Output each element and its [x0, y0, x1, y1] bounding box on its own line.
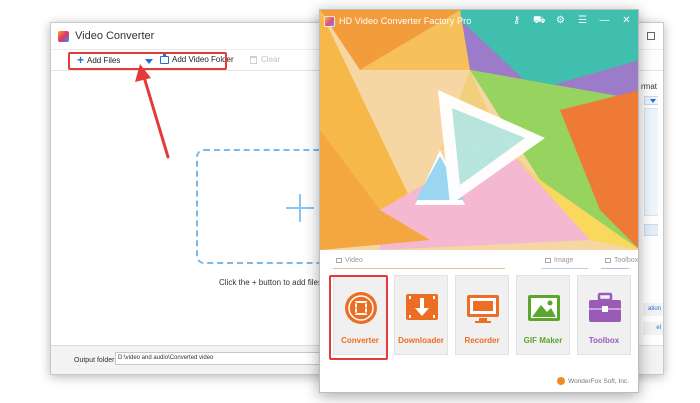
recorder-label: Recorder: [464, 336, 500, 345]
app-logo-icon: [58, 30, 69, 42]
hd-video-converter-window: HD Video Converter Factory Pro ⚷ ⛟ ⚙ ☰ —…: [319, 9, 639, 393]
category-image-label: Image: [554, 257, 574, 264]
category-divider: [541, 268, 588, 269]
category-divider: [333, 268, 505, 269]
window-title: Video Converter: [75, 30, 155, 42]
download-icon: [406, 294, 438, 320]
add-plus-icon[interactable]: [286, 194, 314, 222]
toolbox-label: Toolbox: [588, 336, 620, 345]
window-controls: ⚷ ⛟ ⚙ ☰ — ✕: [511, 15, 632, 27]
footer: WonderFox Soft, Inc.: [557, 377, 629, 385]
gif-maker-tile[interactable]: GIF Maker: [516, 275, 570, 355]
output-format-label: rmat: [641, 82, 657, 91]
video-category-icon: [336, 258, 342, 263]
format-panel: [644, 108, 658, 216]
trash-icon: [250, 55, 257, 64]
menu-icon[interactable]: ☰: [577, 15, 588, 27]
side-tag-1[interactable]: ation: [643, 303, 663, 316]
close-icon[interactable]: ✕: [621, 15, 632, 27]
output-folder-field[interactable]: D:\video and audio\Converted video: [115, 352, 321, 365]
downloader-label: Downloader: [398, 336, 444, 345]
cart-icon[interactable]: ⛟: [533, 15, 546, 27]
toolbar-highlight-box: [68, 52, 227, 70]
category-row: Video Image Toolbox: [320, 257, 638, 271]
gif-maker-label: GIF Maker: [523, 336, 563, 345]
image-category-icon: [545, 258, 551, 263]
footer-text: WonderFox Soft, Inc.: [568, 377, 629, 385]
downloader-tile[interactable]: Downloader: [394, 275, 448, 355]
category-video-label: Video: [345, 257, 363, 264]
toolbox-tile[interactable]: Toolbox: [577, 275, 631, 355]
category-toolbox-label: Toolbox: [614, 257, 639, 264]
clear-label: Clear: [261, 55, 281, 64]
clear-button[interactable]: Clear: [250, 55, 280, 64]
output-folder-label: Output folder:: [74, 357, 117, 364]
side-tag-2[interactable]: el: [643, 322, 663, 335]
app-logo-icon: [324, 15, 335, 27]
image-icon: [528, 295, 560, 321]
restore-icon[interactable]: [647, 32, 655, 40]
key-icon[interactable]: ⚷: [511, 15, 522, 27]
minimize-icon[interactable]: —: [599, 15, 610, 27]
screen-record-icon: [467, 295, 499, 323]
category-divider: [601, 268, 629, 269]
gear-icon[interactable]: ⚙: [555, 15, 566, 27]
recorder-tile[interactable]: Recorder: [455, 275, 509, 355]
toolbox-category-icon: [605, 258, 611, 263]
category-video: Video: [336, 257, 363, 264]
hero-banner: [320, 10, 638, 250]
toolbox-icon: [589, 292, 621, 322]
settings-button[interactable]: [644, 224, 658, 236]
format-select[interactable]: [644, 96, 658, 105]
hd-window-title: HD Video Converter Factory Pro: [339, 16, 472, 26]
drop-hint-text: Click the + button to add files/folders: [219, 278, 320, 287]
category-image: Image: [545, 257, 573, 264]
category-toolbox: Toolbox: [605, 257, 638, 264]
wonderfox-logo-icon: [557, 377, 566, 385]
converter-highlight-box: [329, 275, 388, 360]
